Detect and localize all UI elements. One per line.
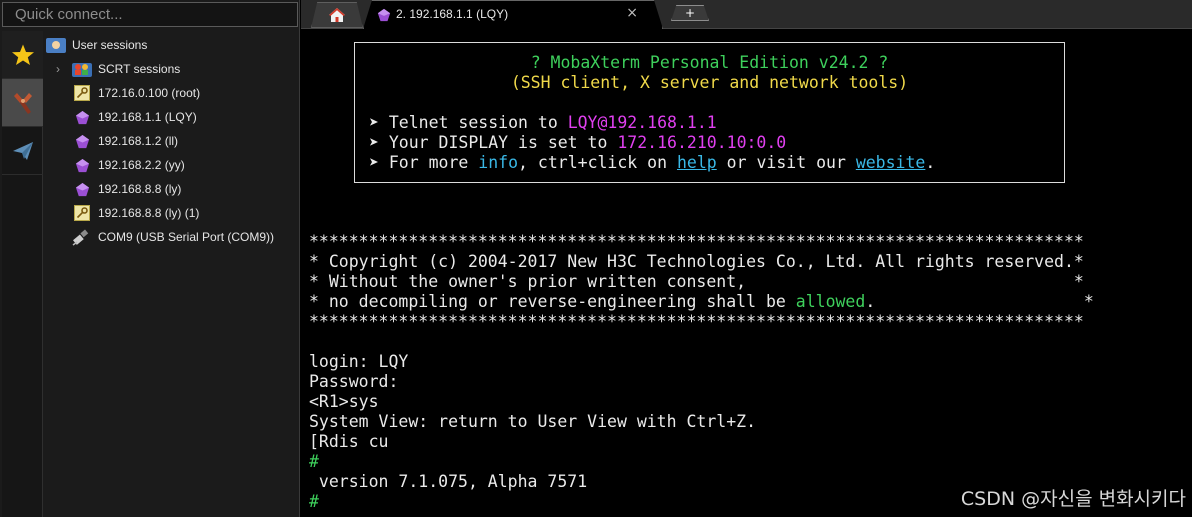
session-tab-label: 2. 192.168.1.1 (LQY) xyxy=(396,7,509,21)
banner-text: Telnet session to xyxy=(388,113,568,132)
send-icon xyxy=(12,141,33,160)
terminal-text: . * xyxy=(865,292,1094,311)
display-value: 172.16.210.10:0.0 xyxy=(617,133,787,152)
star-icon xyxy=(11,44,34,65)
terminal-line: <R1>sys xyxy=(309,392,379,411)
sidebar-vertical-tabs xyxy=(2,31,43,517)
session-item[interactable]: COM9 (USB Serial Port (COM9)) xyxy=(72,226,274,248)
terminal-line: version 7.1.075, Alpha 7571 xyxy=(309,472,588,491)
website-link[interactable]: website xyxy=(856,153,926,172)
left-panel: Quick connect... User sessions › SCRT se… xyxy=(0,0,300,517)
banner-line-telnet: ➤ Telnet session to LQY@192.168.1.1 xyxy=(369,113,1078,133)
tree-root-label: User sessions xyxy=(72,38,148,52)
banner-line-display: ➤ Your DISPLAY is set to 172.16.210.10:0… xyxy=(369,133,1078,153)
session-label: 192.168.1.2 (ll) xyxy=(98,134,179,148)
folder-people-icon xyxy=(72,60,92,78)
terminal-line: ****************************************… xyxy=(309,232,1084,251)
highlight-word: allowed xyxy=(795,292,866,311)
bullet-icon: ➤ xyxy=(369,153,379,172)
terminal-text: * no decompiling or reverse-engineering … xyxy=(309,292,796,311)
gem-icon xyxy=(72,180,92,198)
session-label: 192.168.2.2 (yy) xyxy=(98,158,185,172)
banner-text: . xyxy=(925,153,936,172)
session-label: COM9 (USB Serial Port (COM9)) xyxy=(98,230,275,244)
banner-line-info: ➤ For more info, ctrl+click on help or v… xyxy=(369,153,1078,173)
terminal-line: ****************************************… xyxy=(309,312,1084,331)
terminal-line: [Rdis cu xyxy=(309,432,389,451)
session-item[interactable]: 192.168.1.2 (ll) xyxy=(72,130,178,152)
gem-icon xyxy=(72,132,92,150)
chevron-right-icon[interactable]: › xyxy=(52,58,64,80)
session-label: 192.168.8.8 (ly) (1) xyxy=(98,206,200,220)
banner-subtitle: (SSH client, X server and network tools) xyxy=(510,73,909,92)
quick-connect-input[interactable]: Quick connect... xyxy=(2,2,298,27)
close-tab-icon[interactable]: × xyxy=(626,5,638,21)
session-item[interactable]: 172.16.0.100 (root) xyxy=(72,82,200,104)
gem-icon xyxy=(377,8,391,22)
session-item[interactable]: 192.168.8.8 (ly) (1) xyxy=(72,202,199,224)
user-folder-icon xyxy=(46,36,66,54)
bullet-icon: ➤ xyxy=(369,133,379,152)
terminal-output[interactable]: ? MobaXterm Personal Edition v24.2 ? (SS… xyxy=(301,30,1192,517)
tree-folder-scrt[interactable]: SCRT sessions xyxy=(72,58,180,80)
banner-text: , ctrl+click on xyxy=(518,153,677,172)
session-item[interactable]: 192.168.8.8 (ly) xyxy=(72,178,181,200)
info-link[interactable]: info xyxy=(478,153,518,172)
session-label: 192.168.1.1 (LQY) xyxy=(98,110,197,124)
new-tab-button[interactable]: + xyxy=(671,5,709,21)
terminal-line: * Copyright (c) 2004-2017 New H3C Techno… xyxy=(309,252,1084,271)
bullet-icon: ➤ xyxy=(369,113,379,132)
terminal-line: login: LQY xyxy=(309,352,409,371)
tree-folder-label: SCRT sessions xyxy=(98,62,181,76)
session-tab-active[interactable]: 2. 192.168.1.1 (LQY) × xyxy=(363,0,663,29)
tree-root-user-sessions[interactable]: User sessions xyxy=(46,34,147,56)
terminal-line: * no decompiling or reverse-engineering … xyxy=(309,292,1094,312)
banner-text: Your DISPLAY is set to xyxy=(388,133,618,152)
session-item[interactable]: 192.168.2.2 (yy) xyxy=(72,154,185,176)
watermark: CSDN @자신을 변화시키다 xyxy=(960,488,1186,510)
tools-tab[interactable] xyxy=(2,79,43,127)
gem-icon xyxy=(72,108,92,126)
help-link[interactable]: help xyxy=(677,153,717,172)
banner-text: For more xyxy=(388,153,479,172)
sessions-tab[interactable] xyxy=(2,31,43,79)
home-icon xyxy=(329,8,345,22)
key-icon xyxy=(72,204,92,222)
banner-title: ? MobaXterm Personal Edition v24.2 ? xyxy=(530,53,889,72)
terminal-line: System View: return to User View with Ct… xyxy=(309,412,757,431)
session-item[interactable]: 192.168.1.1 (LQY) xyxy=(72,106,197,128)
send-tab[interactable] xyxy=(2,127,43,175)
session-label: 192.168.8.8 (ly) xyxy=(98,182,182,196)
terminal-line: Password: xyxy=(309,372,399,391)
key-icon xyxy=(72,84,92,102)
tab-bar: 2. 192.168.1.1 (LQY) × + xyxy=(301,0,1192,29)
welcome-banner: ? MobaXterm Personal Edition v24.2 ? (SS… xyxy=(354,42,1065,183)
tools-icon xyxy=(13,92,32,114)
terminal-line: * Without the owner's prior written cons… xyxy=(309,272,1084,291)
terminal-line: # xyxy=(309,492,319,511)
gem-icon xyxy=(72,156,92,174)
serial-icon xyxy=(72,228,92,246)
banner-text: or visit our xyxy=(716,153,856,172)
session-label: 172.16.0.100 (root) xyxy=(98,86,201,100)
session-target: LQY@192.168.1.1 xyxy=(567,113,717,132)
home-tab[interactable] xyxy=(311,2,363,28)
terminal-line: # xyxy=(309,452,319,471)
